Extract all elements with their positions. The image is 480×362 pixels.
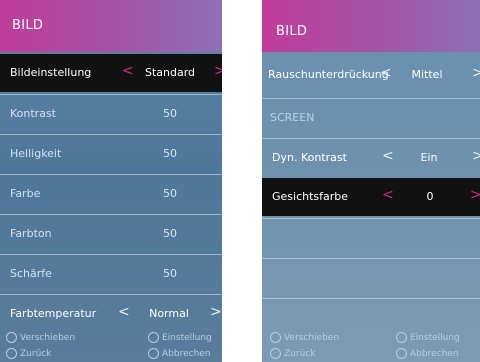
row-value: 50	[163, 107, 177, 120]
menu-title: BILD	[12, 18, 44, 33]
row-value: 50	[163, 227, 177, 240]
menu-footer: Verschieben · Zurück Einstellung Abbreche…	[0, 328, 222, 362]
menu-title: BILD	[276, 24, 308, 39]
chevron-right-icon[interactable]: >	[472, 148, 480, 164]
chevron-right-icon[interactable]: >	[472, 65, 480, 81]
chevron-right-icon[interactable]: >	[214, 63, 222, 79]
row-label: Dyn. Kontrast	[272, 151, 347, 164]
chevron-right-icon[interactable]: >	[470, 187, 480, 203]
back-button-icon: ·	[6, 348, 17, 359]
chevron-left-icon[interactable]: <	[380, 65, 392, 81]
row-value: 50	[163, 267, 177, 280]
dpad-icon	[270, 332, 281, 343]
chevron-right-icon[interactable]: >	[210, 304, 222, 320]
row-label: Helligkeit	[10, 147, 62, 160]
row-value: Ein	[420, 151, 438, 164]
footer-hint-back: · Zurück	[270, 348, 315, 359]
menu-row-farbe[interactable]: Farbe 50	[0, 174, 222, 212]
footer-hint-cancel: Abbrechen	[396, 348, 459, 359]
footer-hint-back: · Zurück	[6, 348, 51, 359]
menu-header: BILD	[0, 0, 222, 52]
ok-button-icon	[396, 332, 407, 343]
row-label: Rauschunterdrückung	[268, 68, 389, 81]
menu-row-dyn-kontrast[interactable]: Dyn. Kontrast < Ein >	[262, 138, 480, 176]
chevron-left-icon[interactable]: <	[118, 304, 130, 320]
row-label: Farbe	[10, 187, 41, 200]
chevron-left-icon[interactable]: <	[382, 148, 394, 164]
section-heading: SCREEN	[270, 111, 315, 124]
footer-hint-cancel: Abbrechen	[148, 348, 211, 359]
menu-row-empty	[262, 218, 480, 256]
chevron-left-icon[interactable]: <	[122, 63, 134, 79]
menu-panel-right: BILD Rauschunterdrückung < Mittel > SCRE…	[262, 0, 480, 362]
row-value: 50	[163, 147, 177, 160]
menu-panel-left: BILD Bildeinstellung < Standard > Kontra…	[0, 0, 222, 362]
chevron-left-icon[interactable]: <	[382, 187, 394, 203]
footer-hint-setting: Einstellung	[148, 332, 212, 343]
footer-hint-move: Verschieben	[270, 332, 339, 343]
row-label: Bildeinstellung	[10, 66, 92, 79]
menu-section-screen: SCREEN	[262, 98, 480, 136]
menu-row-kontrast[interactable]: Kontrast 50	[0, 94, 222, 132]
row-value: Normal	[149, 307, 189, 320]
menu-row-empty	[262, 298, 480, 328]
menu-row-bildeinstellung[interactable]: Bildeinstellung < Standard >	[0, 54, 222, 92]
row-value: 50	[163, 187, 177, 200]
row-label: Kontrast	[10, 107, 56, 120]
row-label: Farbtemperatur	[10, 307, 97, 320]
menu-row-farbton[interactable]: Farbton 50	[0, 214, 222, 252]
back-button-icon: ·	[270, 348, 281, 359]
menu-header: BILD	[262, 0, 480, 52]
exit-button-icon	[148, 348, 159, 359]
menu-row-empty	[262, 258, 480, 296]
menu-row-rauschunterdrueckung[interactable]: Rauschunterdrückung < Mittel >	[262, 56, 480, 94]
row-value: Mittel	[411, 68, 443, 81]
footer-hint-setting: Einstellung	[396, 332, 460, 343]
menu-footer: Verschieben · Zurück Einstellung Abbreche…	[262, 328, 480, 362]
row-value: Standard	[144, 66, 196, 79]
menu-row-gesichtsfarbe[interactable]: Gesichtsfarbe < 0 >	[262, 178, 480, 216]
row-label: Gesichtsfarbe	[272, 190, 349, 203]
menu-row-farbtemperatur[interactable]: Farbtemperatur < Normal >	[0, 294, 222, 332]
row-value: 0	[426, 190, 434, 203]
row-label: Farbton	[10, 227, 52, 240]
dpad-icon	[6, 332, 17, 343]
menu-row-schaerfe[interactable]: Schärfe 50	[0, 254, 222, 292]
exit-button-icon	[396, 348, 407, 359]
ok-button-icon	[148, 332, 159, 343]
row-label: Schärfe	[10, 267, 52, 280]
menu-row-helligkeit[interactable]: Helligkeit 50	[0, 134, 222, 172]
footer-hint-move: Verschieben	[6, 332, 75, 343]
